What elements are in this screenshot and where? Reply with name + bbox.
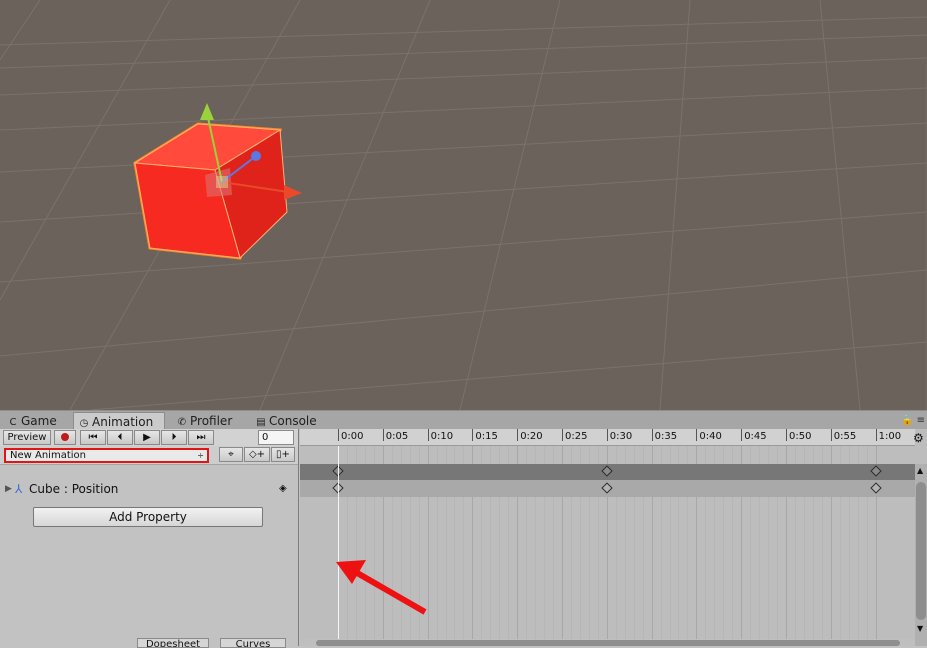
scroll-down-icon[interactable]: ▼ [917, 624, 923, 633]
record-icon [61, 433, 69, 441]
clip-toolbar: New Animation ÷ ⌖ ◇+ ▯+ [0, 446, 298, 465]
tab-profiler[interactable]: ✆ Profiler [172, 412, 246, 430]
dropdown-arrow-icon: ÷ [197, 451, 204, 460]
property-label: Cube : Position [29, 480, 118, 498]
play-button[interactable]: ▶ [134, 430, 160, 445]
step-forward-icon: ⏵ [171, 432, 177, 443]
tab-menu-icon[interactable]: ≡ [917, 415, 925, 426]
event-plus-icon: ▯+ [276, 449, 290, 460]
prev-key-button[interactable]: ⏴ [107, 430, 133, 445]
ruler-tick-label: 0:35 [651, 429, 677, 442]
frame-field[interactable]: 0 [258, 430, 294, 445]
add-keyframe-button[interactable]: ⌖ [219, 447, 243, 462]
hscroll-thumb[interactable] [316, 640, 900, 646]
dopesheet-timeline[interactable]: 0:00 0:05 0:10 0:15 0:20 0:25 0:30 0:35 0:40 0:45… [300, 429, 927, 646]
window-tab-bar: C Game ◷ Animation ✆ Profiler ▤ Console 🔒 ≡ [0, 410, 927, 430]
first-key-button[interactable]: ⏮ [80, 430, 106, 445]
ruler-tick-label: 0:50 [786, 429, 811, 442]
last-key-button[interactable]: ⏭ [188, 430, 214, 445]
scroll-thumb[interactable] [916, 482, 926, 620]
add-key-button[interactable]: ◇+ [244, 447, 270, 462]
vertical-scrollbar[interactable]: ▲ ▼ [915, 464, 927, 646]
crosshair-icon: ⌖ [228, 449, 234, 460]
preview-button[interactable]: Preview [3, 430, 51, 445]
ruler-tick-label: 0:40 [696, 429, 722, 442]
add-event-button[interactable]: ▯+ [271, 447, 295, 462]
ruler-tick-label: 0:10 [427, 429, 453, 442]
tab-curves[interactable]: Curves [220, 638, 286, 648]
next-key-button[interactable]: ⏵ [161, 430, 187, 445]
add-property-button[interactable]: Add Property [33, 507, 263, 527]
time-ruler[interactable]: 0:00 0:05 0:10 0:15 0:20 0:25 0:30 0:35 0:40 0:45… [300, 429, 915, 446]
settings-icon[interactable]: ⚙ [913, 431, 924, 445]
ruler-tick-label: 0:55 [830, 429, 856, 442]
playhead[interactable] [338, 446, 339, 646]
skip-start-icon: ⏮ [88, 432, 98, 443]
property-object: Cube [29, 482, 60, 496]
ruler-tick-label: 0:30 [606, 429, 632, 442]
ruler-tick-label: 1:00 [875, 429, 901, 442]
property-key-icon[interactable]: ◈ [279, 480, 287, 498]
scene-viewport[interactable] [0, 0, 927, 410]
transform-icon: ⅄ [15, 482, 23, 496]
property-separator: : [63, 482, 68, 496]
scroll-up-icon[interactable]: ▲ [917, 466, 923, 475]
tab-console-label: Console [269, 414, 317, 428]
ruler-tick-label: 0:15 [472, 429, 498, 442]
diamond-plus-icon: ◇+ [248, 449, 266, 460]
tab-animation[interactable]: ◷ Animation [73, 412, 165, 430]
animation-left-panel: Preview ⏮ ⏴ ▶ ⏵ ⏭ 0 New Animation ÷ ⌖ ◇+… [0, 429, 299, 648]
tab-game-label: Game [21, 414, 57, 428]
clip-name: New Animation [10, 450, 86, 461]
tab-dopesheet[interactable]: Dopesheet [137, 638, 209, 648]
record-button[interactable] [54, 430, 76, 445]
horizontal-scrollbar[interactable] [300, 639, 915, 646]
step-back-icon: ⏴ [117, 432, 123, 443]
ruler-tick-label: 0:45 [741, 429, 767, 442]
animation-toolbar: Preview ⏮ ⏴ ▶ ⏵ ⏭ 0 [0, 429, 298, 447]
tab-window-controls: 🔒 ≡ [901, 415, 925, 426]
skip-end-icon: ⏭ [196, 432, 206, 443]
play-icon: ▶ [143, 432, 151, 443]
clip-selector[interactable]: New Animation ÷ [4, 448, 209, 463]
tab-console[interactable]: ▤ Console [251, 412, 331, 430]
lock-icon[interactable]: 🔒 [901, 415, 913, 426]
tab-game[interactable]: C Game [3, 412, 73, 430]
ruler-tick-label: 0:05 [382, 429, 408, 442]
ruler-tick-label: 0:20 [517, 429, 543, 442]
property-name: Position [71, 482, 119, 496]
tab-profiler-label: Profiler [190, 414, 233, 428]
cube-object[interactable] [0, 0, 927, 410]
tab-animation-label: Animation [92, 415, 154, 429]
property-row[interactable]: ▶ ⅄ Cube : Position ◈ [0, 480, 298, 498]
ruler-tick-label: 0:25 [562, 429, 587, 442]
expand-arrow-icon[interactable]: ▶ [5, 480, 12, 498]
ruler-tick-label: 0:00 [338, 429, 363, 442]
